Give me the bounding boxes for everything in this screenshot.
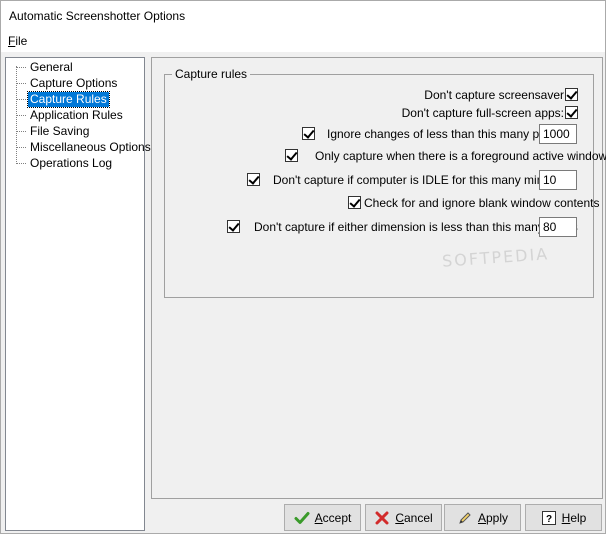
tree-branch-line [16,67,26,68]
idle-minutes-label: Don't capture if computer is IDLE for th… [273,173,570,187]
checkmark-icon [294,510,310,526]
cancel-button[interactable]: Cancel [365,504,442,531]
help-button[interactable]: ? Help [525,504,602,531]
menu-bar: File [1,31,605,52]
idle-minutes-checkbox[interactable] [247,173,260,186]
tree-item-label: General [30,60,73,74]
tree-item-label: Capture Rules [27,91,110,108]
tree-branch-line [16,83,26,84]
ignore-blank-window-label: Check for and ignore blank window conten… [364,196,600,210]
menu-file[interactable]: File [8,34,27,48]
accept-button-label: Accept [315,511,352,525]
title-bar: Automatic Screenshotter Options [1,1,605,31]
svg-text:?: ? [546,514,552,525]
dont-capture-screensaver-label: Don't capture screensaver [424,88,564,102]
apply-accel: A [477,510,486,525]
tree-branch-line [16,147,26,148]
tree-branch-line [16,131,26,132]
idle-minutes-input[interactable] [539,170,577,190]
group-title: Capture rules [172,67,251,81]
accept-button[interactable]: Accept [284,504,361,531]
apply-rest: pply [486,510,509,525]
min-dimension-input[interactable] [539,217,577,237]
dont-capture-screensaver-checkbox[interactable] [565,88,578,101]
ignore-blank-window-checkbox[interactable] [348,196,361,209]
accept-accel: A [314,510,323,525]
accept-rest: ccept [322,510,352,525]
min-dimension-label: Don't capture if either dimension is les… [254,220,578,234]
dont-capture-fullscreen-label: Don't capture full-screen apps: [401,106,564,120]
tree-item-label: Miscellaneous Options [30,140,151,154]
window-title: Automatic Screenshotter Options [9,9,186,23]
help-button-label: Help [562,511,587,525]
cancel-rest: ancel [403,510,433,525]
apply-button[interactable]: Apply [444,504,521,531]
tree-branch-line [16,163,26,164]
cancel-button-label: Cancel [395,511,432,525]
cancel-accel: C [395,510,404,525]
options-tree[interactable]: General Capture Options Capture Rules Ap… [5,57,151,531]
pencil-icon [457,510,473,526]
close-icon [374,510,390,526]
min-dimension-checkbox[interactable] [227,220,240,233]
tree-branch-line [16,99,26,100]
capture-rules-panel: Capture rules Don't capture screensaver … [151,57,606,499]
help-rest: elp [570,510,587,525]
ignore-changes-label: Ignore changes of less than this many pi… [327,127,567,141]
tree-item-label: Operations Log [30,156,113,170]
tree-item-label: File Saving [30,124,90,138]
dont-capture-fullscreen-checkbox[interactable] [565,106,578,119]
tree-item-label: Capture Options [30,76,118,90]
tree-branch-line [16,115,26,116]
options-window: Automatic Screenshotter Options File Gen… [0,0,606,534]
ignore-changes-checkbox[interactable] [302,127,315,140]
ignore-changes-pixels-input[interactable] [539,124,577,144]
help-icon: ? [541,510,557,526]
tree-item-label: Application Rules [30,108,123,122]
menu-file-rest: ile [15,34,28,48]
only-foreground-window-label: Only capture when there is a foreground … [315,149,606,163]
only-foreground-window-checkbox[interactable] [285,149,298,162]
apply-button-label: Apply [478,511,508,525]
